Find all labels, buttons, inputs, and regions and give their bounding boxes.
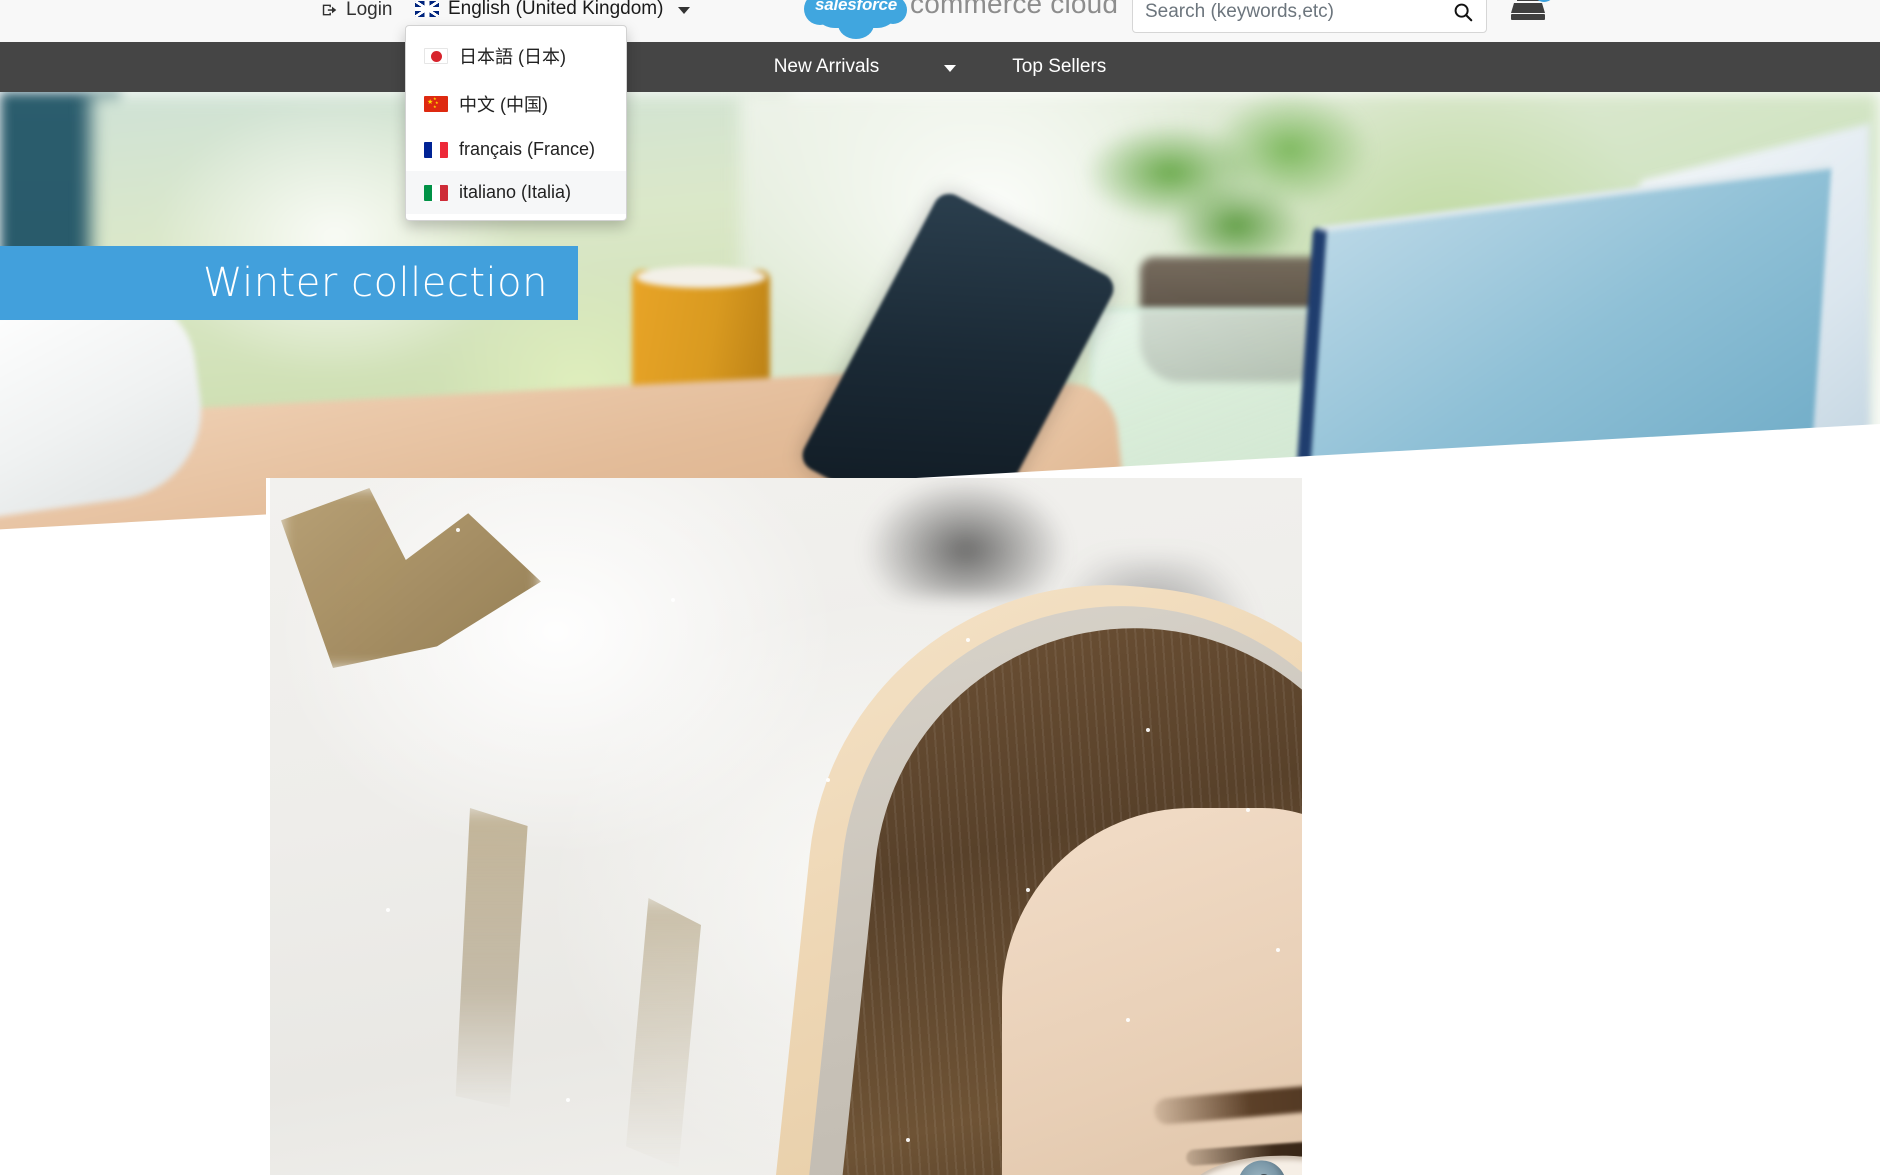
chevron-down-icon (944, 65, 957, 72)
nav-item-dropdown[interactable] (907, 62, 984, 72)
cart-icon (1510, 0, 1546, 24)
language-option-french[interactable]: français (France) (406, 128, 626, 171)
model-iris (1236, 1159, 1288, 1175)
language-option-label: 中文 (中国) (459, 95, 548, 115)
language-option-label: français (France) (459, 139, 596, 159)
china-flag-icon: ★ ★ ★ ★ (424, 96, 448, 112)
sign-in-icon (321, 1, 339, 19)
cloud-bump (838, 9, 874, 39)
nav-item-new-arrivals[interactable]: New Arrivals (746, 56, 908, 78)
product-promo-image[interactable] (266, 478, 1302, 1175)
italy-flag-icon (424, 184, 448, 201)
chevron-down-icon (678, 7, 691, 14)
language-option-label: italiano (Italia) (459, 182, 572, 202)
search-input[interactable] (1145, 1, 1452, 23)
nav-item-label: Top Sellers (1012, 56, 1107, 77)
main-navigation: New Arrivals Top Sellers (0, 42, 1880, 92)
top-utility-bar: Login English (United Kingdom) salesforc… (0, 0, 1880, 42)
hero-banner-text: Winter collection (202, 260, 548, 306)
search-box[interactable] (1132, 0, 1487, 33)
site-logo: salesforce commerce cloud (804, 0, 1119, 39)
cart-button[interactable]: 0 (1510, 0, 1555, 24)
language-dropdown-menu[interactable]: 日本語 (日本) ★ ★ ★ ★ 中文 (中国) français (Franc… (405, 25, 627, 221)
hero-banner[interactable]: Winter collection (0, 246, 578, 320)
nav-item-list: New Arrivals Top Sellers (0, 42, 1880, 92)
logo-suffix: commerce cloud (910, 0, 1119, 19)
language-current-label: English (United Kingdom) (448, 0, 664, 19)
language-option-chinese[interactable]: ★ ★ ★ ★ 中文 (中国) (406, 80, 626, 128)
language-option-italian[interactable]: italiano (Italia) (406, 171, 626, 214)
blurred-dark-shape-a (866, 478, 1066, 598)
logo-cloud-word: salesforce (814, 0, 898, 14)
nav-item-label: New Arrivals (773, 56, 880, 77)
japan-flag-icon (424, 48, 448, 64)
salesforce-cloud-icon: salesforce (804, 0, 907, 39)
language-option-japanese[interactable]: 日本語 (日本) (406, 32, 626, 80)
france-flag-icon (424, 141, 448, 158)
nav-item-top-sellers[interactable]: Top Sellers (984, 56, 1134, 78)
login-label: Login (346, 0, 393, 20)
login-link[interactable]: Login (321, 0, 393, 21)
language-option-label: 日本語 (日本) (459, 47, 566, 67)
uk-flag-icon (415, 1, 439, 17)
image-left-edge (266, 478, 270, 1175)
search-icon[interactable] (1452, 1, 1474, 23)
language-selector[interactable]: English (United Kingdom) (415, 0, 691, 20)
